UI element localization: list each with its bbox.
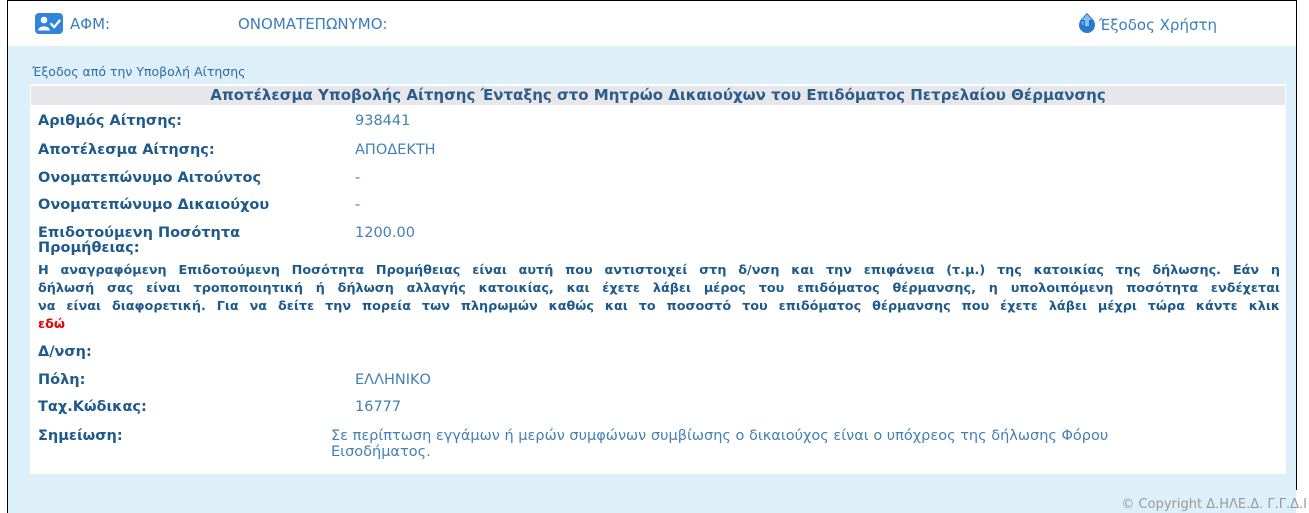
notice-line: να είναι διαφορετική. Για να δείτε την π… xyxy=(38,299,1280,314)
copyright-footer: © Copyright Δ.ΗΛΕ.Δ. Γ.Γ.Δ.Ι xyxy=(1121,497,1307,512)
exit-application-link[interactable]: Έξοδος από την Υποβολή Αίτησης xyxy=(32,64,245,80)
header-bar: ΑΦΜ: ΟΝΟΜΑΤΕΠΩΝΥΜΟ: Έξοδος Χρήστη xyxy=(8,1,1296,46)
field-value: ΑΠΟΔΕΚΤΗ xyxy=(355,142,436,158)
logout-arrow-icon[interactable] xyxy=(1077,12,1097,34)
field-label: Επιδοτούμενη Ποσότητα Προμήθειας: xyxy=(38,225,241,256)
payments-here-link[interactable]: εδώ xyxy=(38,317,65,332)
field-value: ΕΛΛΗΝΙΚΟ xyxy=(355,372,431,388)
notice-line: δήλωσή σας είναι τροποποιητική ή δήλωση … xyxy=(38,281,1280,296)
field-note: Σημείωση: Σε περίπτωση εγγάμων ή μερών σ… xyxy=(30,427,1286,461)
field-value: 16777 xyxy=(355,399,402,415)
field-label: Πόλη: xyxy=(38,372,86,388)
page: ΑΦΜ: ΟΝΟΜΑΤΕΠΩΝΥΜΟ: Έξοδος Χρήστη Έξοδος… xyxy=(0,0,1309,513)
field-subsidized-quantity: Επιδοτούμενη Ποσότητα Προμήθειας: 1200.0… xyxy=(30,225,1286,258)
field-value: - xyxy=(355,197,361,213)
notice-line: Η αναγραφόμενη Επιδοτούμενη Ποσότητα Προ… xyxy=(38,263,1280,278)
field-applicant-name: Ονοματεπώνυμο Αιτούντος - xyxy=(30,169,1286,187)
field-label: Αποτέλεσμα Αίτησης: xyxy=(38,142,215,158)
logout-label[interactable]: Έξοδος Χρήστη xyxy=(1099,13,1217,34)
field-label: Ονοματεπώνυμο Δικαιούχου xyxy=(38,197,270,213)
field-beneficiary-name: Ονοματεπώνυμο Δικαιούχου - xyxy=(30,196,1286,214)
field-label: Δ/νση: xyxy=(38,344,92,360)
field-label: Σημείωση: xyxy=(38,428,123,444)
result-title: Αποτέλεσμα Υποβολής Αίτησης Ένταξης στο … xyxy=(31,86,1285,105)
afm-label: ΑΦΜ: xyxy=(70,15,111,33)
field-label: Ταχ.Κώδικας: xyxy=(38,399,147,415)
field-address: Δ/νση: xyxy=(30,343,1286,361)
result-panel: Αποτέλεσμα Υποβολής Αίτησης Ένταξης στο … xyxy=(30,84,1286,474)
quantity-notice: Η αναγραφόμενη Επιδοτούμενη Ποσότητα Προ… xyxy=(38,262,1280,334)
field-value: - xyxy=(355,170,361,186)
field-application-number: Αριθμός Αίτησης: 938441 xyxy=(30,112,1286,130)
frame-border-right xyxy=(1296,0,1297,490)
field-application-result: Αποτέλεσμα Αίτησης: ΑΠΟΔΕΚΤΗ xyxy=(30,141,1286,159)
field-label: Αριθμός Αίτησης: xyxy=(38,113,182,129)
notice-line-last: εδώ xyxy=(38,316,1280,334)
field-city: Πόλη: ΕΛΛΗΝΙΚΟ xyxy=(30,371,1286,389)
user-check-icon xyxy=(35,13,63,34)
field-value: 1200.00 xyxy=(355,225,415,241)
field-postal-code: Ταχ.Κώδικας: 16777 xyxy=(30,398,1286,416)
field-value: Σε περίπτωση εγγάμων ή μερών συμφώνων συ… xyxy=(331,428,1109,460)
fullname-label: ΟΝΟΜΑΤΕΠΩΝΥΜΟ: xyxy=(238,15,388,33)
field-label: Ονοματεπώνυμο Αιτούντος xyxy=(38,170,262,186)
main-content-area: Έξοδος από την Υποβολή Αίτησης Αποτέλεσμ… xyxy=(8,46,1296,513)
logout-link[interactable]: Έξοδος Χρήστη xyxy=(1077,11,1217,35)
field-value: 938441 xyxy=(355,113,411,129)
